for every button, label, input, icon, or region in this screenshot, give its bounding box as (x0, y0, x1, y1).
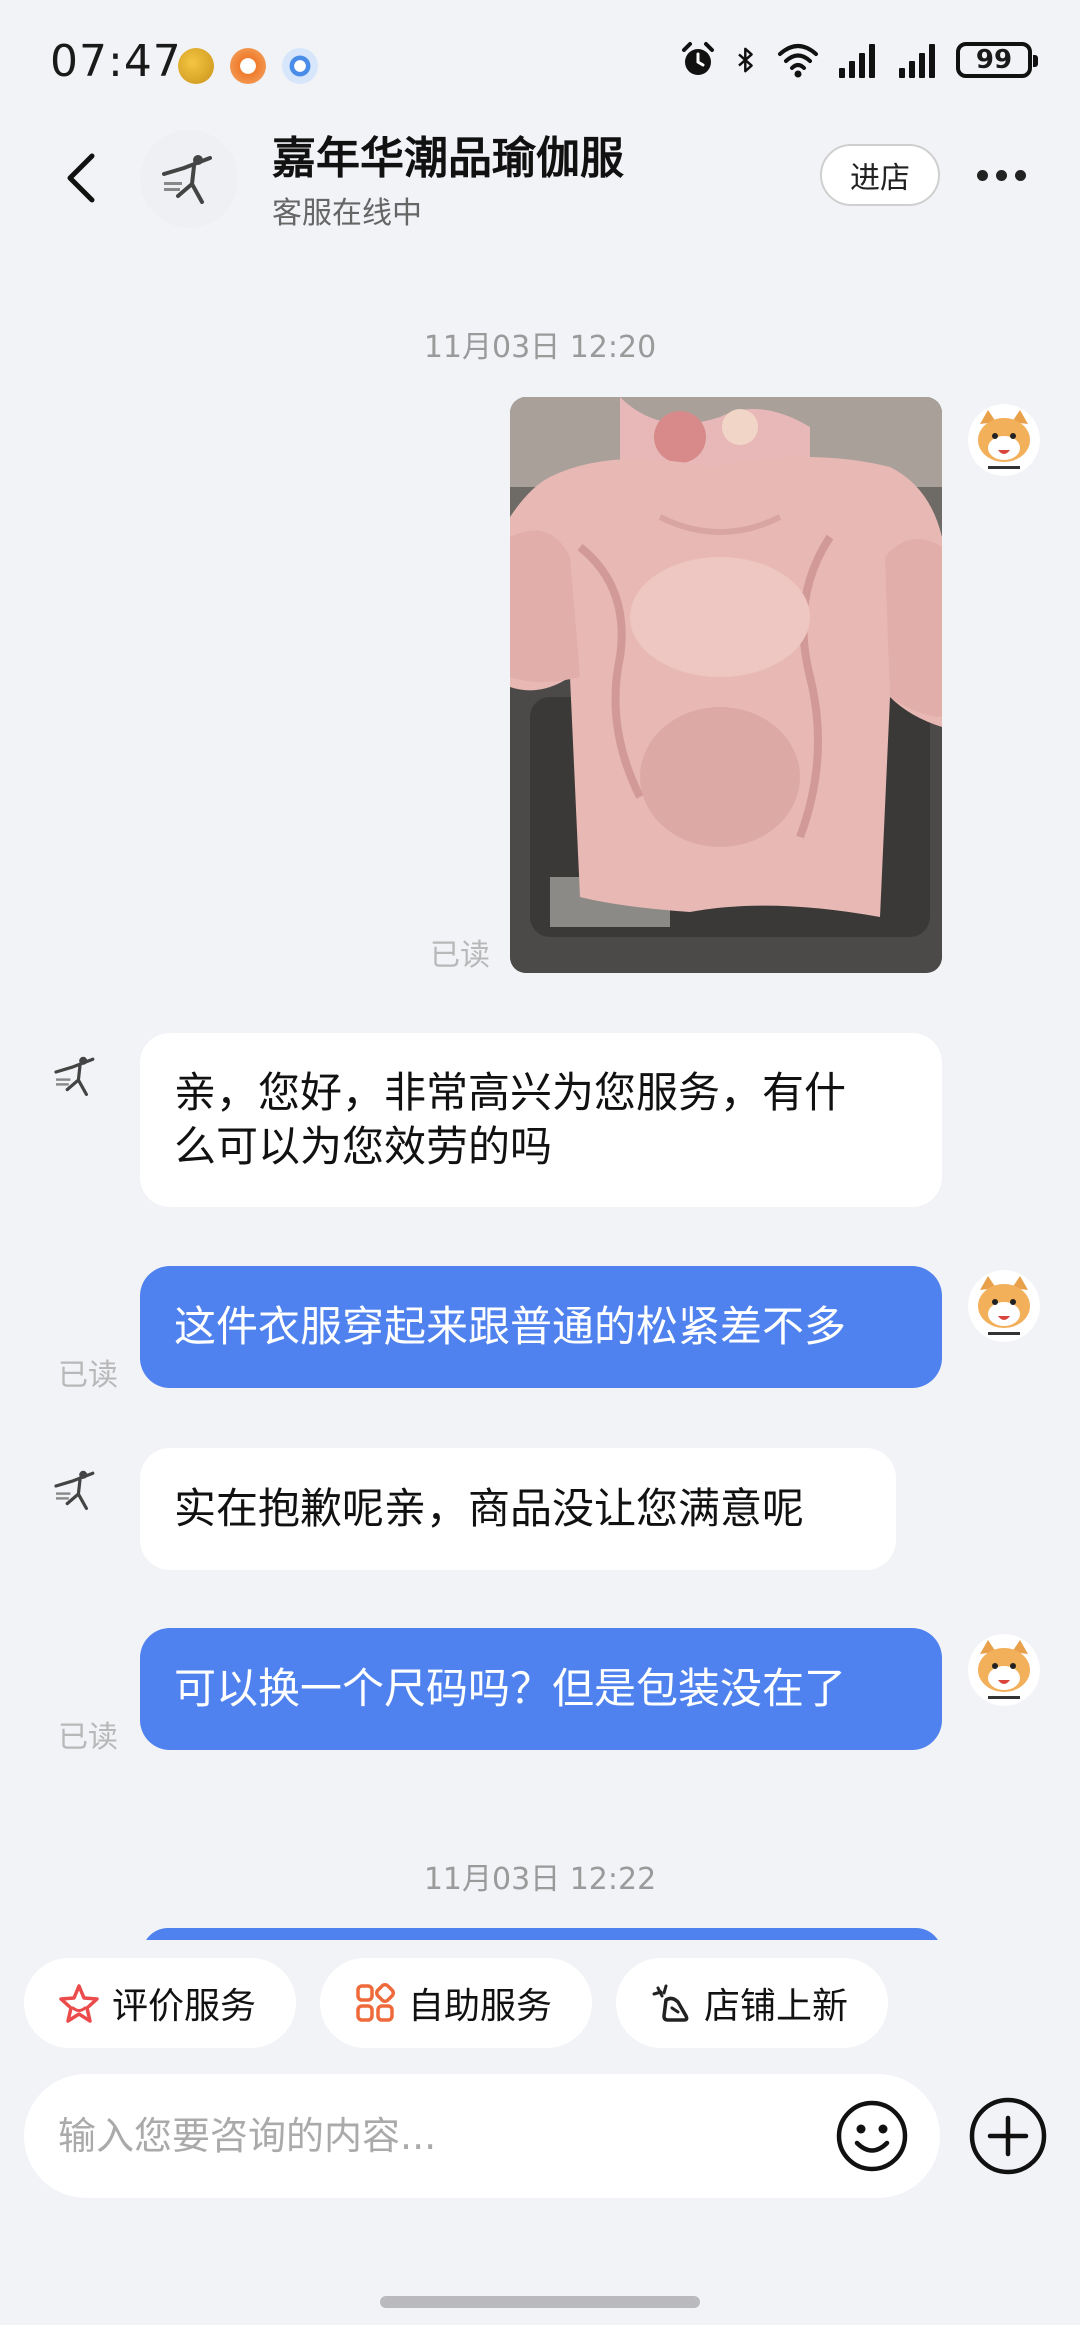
sparkle-icon (652, 1984, 689, 2022)
wifi-icon (778, 44, 818, 78)
quick-actions: 评价服务 自助服务 店铺上新 (24, 1958, 889, 2048)
shop-avatar-small[interactable] (40, 1454, 112, 1526)
rate-service-button[interactable]: 评价服务 (24, 1958, 297, 2048)
enter-shop-button[interactable]: 进店 (820, 144, 940, 206)
shop-name: 嘉年华潮品瑜伽服 (272, 133, 624, 184)
message-input[interactable] (58, 2074, 818, 2198)
sent-product-photo[interactable] (510, 397, 942, 973)
status-bar: 07:47 99 (0, 0, 1080, 120)
app-notification-icon-2 (230, 48, 266, 84)
shop-logo-icon (54, 1056, 95, 1096)
shop-logo-icon (54, 1470, 95, 1510)
more-options-button[interactable] (966, 150, 1036, 200)
alarm-icon (682, 42, 714, 75)
read-receipt: 已读 (58, 1720, 118, 1755)
shop-logo-icon (162, 155, 212, 204)
app-notification-icon-3 (282, 48, 318, 84)
bluetooth-icon (738, 47, 753, 73)
service-status: 客服在线中 (272, 196, 422, 231)
add-attachment-button[interactable] (968, 2096, 1048, 2176)
user-message-bubble[interactable]: 这件衣服穿起来跟普通的松紧差不多 (140, 1266, 942, 1388)
emoji-button[interactable] (832, 2074, 912, 2198)
user-avatar[interactable] (968, 404, 1040, 476)
shop-message-bubble[interactable]: 实在抱歉呢亲，商品没让您满意呢 (140, 1448, 896, 1570)
message-text: 这件衣服穿起来跟普通的松紧差不多 (174, 1302, 847, 1351)
shop-message-bubble[interactable]: 亲，您好，非常高兴为您服务，有什 么可以为您效劳的吗 (140, 1033, 942, 1207)
chat-timestamp: 11月03日 12:22 (423, 1862, 657, 1897)
shop-avatar[interactable] (140, 130, 238, 228)
chat-screen: 07:47 99 嘉年华潮品瑜伽服 客服在线中 进店 11月03日 12:20 … (0, 0, 1080, 2325)
shop-avatar-small[interactable] (40, 1040, 112, 1112)
star-icon (59, 1984, 99, 2023)
chat-timestamp: 11月03日 12:20 (423, 330, 657, 365)
app-notification-icon-1 (178, 48, 214, 84)
message-text: 可以换一个尺码吗？但是包装没在了 (174, 1664, 847, 1713)
chip-label: 评价服务 (112, 1986, 257, 2027)
signal-icon-2 (899, 44, 935, 78)
back-button[interactable] (52, 148, 112, 208)
message-text-line: 亲，您好，非常高兴为您服务，有什 (174, 1068, 847, 1117)
home-indicator[interactable] (380, 2296, 700, 2308)
bottom-panel: 评价服务 自助服务 店铺上新 (0, 1940, 1080, 2325)
signal-icon-1 (839, 44, 875, 78)
chat-header: 嘉年华潮品瑜伽服 客服在线中 进店 (0, 120, 1080, 240)
user-avatar[interactable] (968, 1270, 1040, 1342)
status-time: 07:47 (50, 36, 182, 87)
new-arrivals-button[interactable]: 店铺上新 (616, 1958, 889, 2048)
pink-top-photo (510, 397, 942, 973)
chip-label: 自助服务 (408, 1986, 553, 2027)
battery-indicator: 99 (956, 42, 1038, 78)
read-receipt: 已读 (58, 1358, 118, 1393)
message-text: 实在抱歉呢亲，商品没让您满意呢 (174, 1484, 805, 1533)
message-text-line: 么可以为您效劳的吗 (174, 1122, 553, 1171)
user-message-bubble[interactable]: 可以换一个尺码吗？但是包装没在了 (140, 1628, 942, 1750)
self-service-button[interactable]: 自助服务 (320, 1958, 593, 2048)
smiley-icon (836, 2100, 908, 2172)
user-avatar[interactable] (968, 1634, 1040, 1706)
chip-label: 店铺上新 (704, 1986, 849, 2027)
message-input-box (24, 2074, 940, 2198)
plus-circle-icon (969, 2097, 1047, 2175)
grid-icon (356, 1983, 396, 2022)
chevron-left-icon (67, 153, 95, 203)
read-receipt: 已读 (430, 938, 490, 973)
